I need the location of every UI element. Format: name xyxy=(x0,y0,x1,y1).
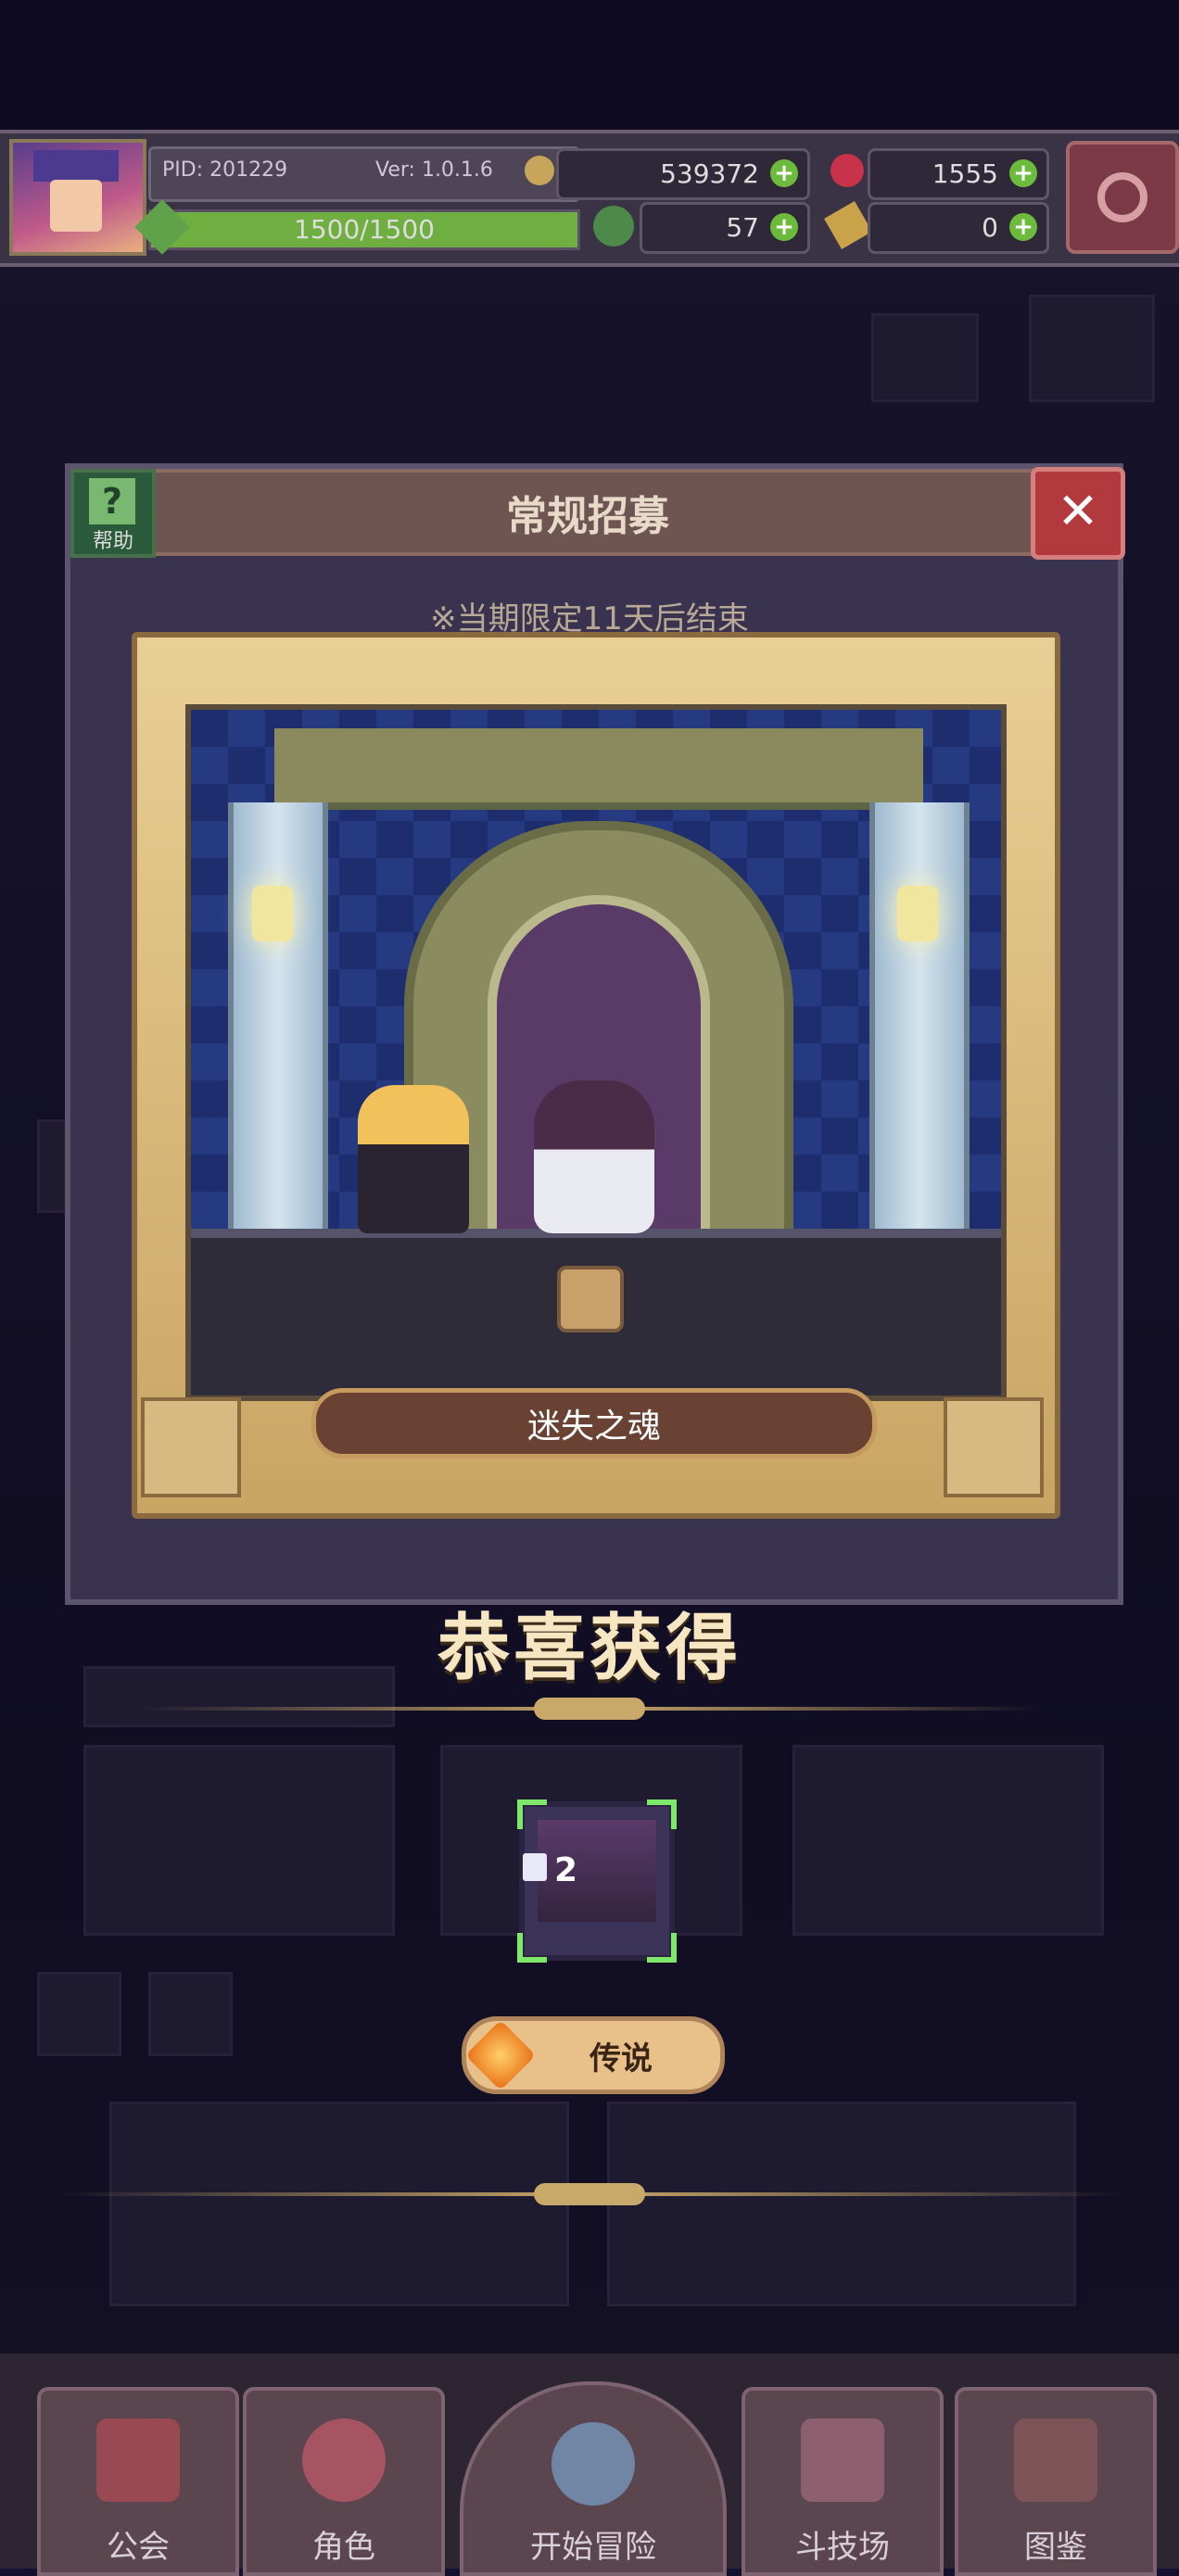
reward-item[interactable]: 2 xyxy=(517,1799,677,1963)
player-avatar[interactable] xyxy=(9,139,146,256)
rarity-badge: 传说 xyxy=(462,2016,725,2094)
key-counter[interactable]: 0 + xyxy=(868,202,1049,254)
gold-counter[interactable]: 539372 + xyxy=(556,148,810,200)
gem-value: 1555 xyxy=(932,158,998,189)
clover-value: 57 xyxy=(726,212,759,243)
nav-codex[interactable]: 图鉴 xyxy=(955,2387,1157,2576)
close-icon[interactable]: ✕ xyxy=(1031,467,1125,560)
nav-start-adventure-label: 开始冒险 xyxy=(530,2529,656,2566)
left-pillar xyxy=(228,802,328,1247)
energy-text: 1500/1500 xyxy=(294,214,435,245)
ticket-icon xyxy=(523,1853,547,1881)
magnifier-icon xyxy=(551,2422,635,2506)
settings-gear-icon[interactable] xyxy=(1066,141,1179,254)
crossed-swords-icon xyxy=(801,2418,884,2502)
player-info-box: PID: 201229 Ver: 1.0.1.6 xyxy=(148,146,580,202)
clover-icon xyxy=(593,206,634,246)
gold-coin-icon xyxy=(525,156,554,185)
help-button[interactable]: ? 帮助 xyxy=(70,469,156,558)
key-value: 0 xyxy=(982,212,998,243)
gold-value: 539372 xyxy=(660,158,759,189)
skull-corner-icon xyxy=(141,1397,241,1497)
nav-guild-label: 公会 xyxy=(107,2529,170,2566)
maid-character xyxy=(358,1085,469,1233)
add-key-icon[interactable]: + xyxy=(1009,213,1037,241)
avatar-face xyxy=(50,180,102,232)
add-gold-icon[interactable]: + xyxy=(770,159,798,187)
key-corner-icon xyxy=(944,1397,1044,1497)
popup-title: 常规招募 xyxy=(139,469,1036,556)
nav-guild[interactable]: 公会 xyxy=(37,2387,239,2576)
legend-gem-icon xyxy=(464,2019,537,2091)
right-pillar xyxy=(869,802,970,1247)
question-icon: ? xyxy=(89,478,135,524)
codex-icon xyxy=(1014,2418,1097,2502)
right-lamp xyxy=(897,886,938,941)
pid-text: PID: 201229 xyxy=(162,158,288,182)
version-text: Ver: 1.0.1.6 xyxy=(375,158,493,182)
energy-bar: 1500/1500 xyxy=(148,209,580,250)
top-divider-ornament xyxy=(534,1698,645,1720)
left-lamp xyxy=(252,886,293,941)
lintel xyxy=(274,728,923,810)
bottom-divider-ornament xyxy=(534,2183,645,2205)
reveal-scene xyxy=(185,704,1007,1401)
add-gem-icon[interactable]: + xyxy=(1009,159,1037,187)
character-name: 迷失之魂 xyxy=(311,1388,877,1458)
congrats-title: 恭喜获得 xyxy=(437,1607,742,1690)
rarity-label: 传说 xyxy=(590,2039,653,2077)
character-icon xyxy=(302,2418,386,2502)
ruby-icon xyxy=(830,154,864,187)
reward-count: 2 xyxy=(554,1851,578,1889)
nav-codex-label: 图鉴 xyxy=(1024,2529,1087,2566)
nav-character-label: 角色 xyxy=(312,2529,375,2566)
help-label: 帮助 xyxy=(92,530,133,553)
avatar-hat xyxy=(33,150,119,182)
add-clover-icon[interactable]: + xyxy=(770,213,798,241)
nav-character[interactable]: 角色 xyxy=(243,2387,445,2576)
nav-arena[interactable]: 斗技场 xyxy=(742,2387,944,2576)
top-status-area xyxy=(0,0,1179,130)
clover-counter[interactable]: 57 + xyxy=(640,202,810,254)
coin-emblem-icon xyxy=(557,1266,624,1332)
lost-soul-character xyxy=(534,1080,654,1233)
gem-counter[interactable]: 1555 + xyxy=(868,148,1049,200)
guild-icon xyxy=(96,2418,180,2502)
nav-arena-label: 斗技场 xyxy=(795,2529,890,2566)
